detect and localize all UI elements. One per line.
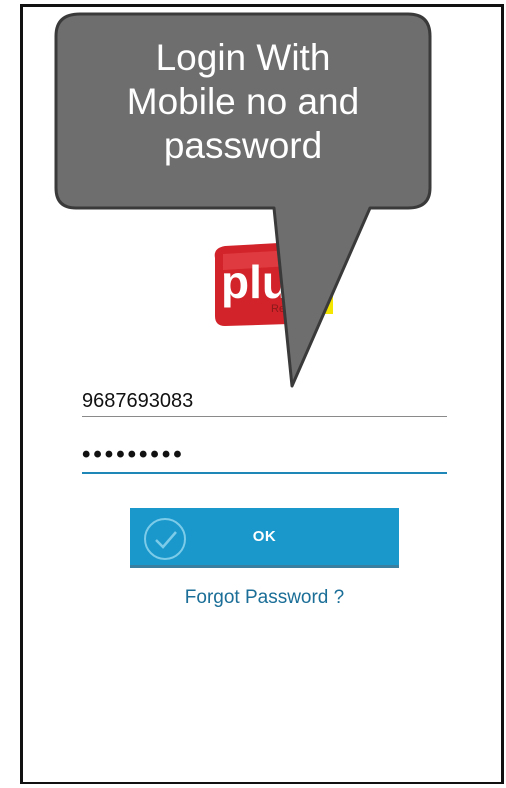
ok-button[interactable]: OK (130, 508, 399, 568)
app-logo: plu Re (214, 242, 333, 326)
mobile-number-field[interactable]: 9687693083 (82, 386, 447, 417)
ok-button-label: OK (252, 528, 277, 545)
callout-line-1: Login With (155, 37, 331, 78)
password-masked-value: ••••••••• (82, 441, 185, 468)
callout-text: Login With Mobile no and password (62, 36, 424, 168)
callout-line-2: Mobile no and (126, 81, 360, 122)
password-field[interactable]: ••••••••• (82, 442, 447, 474)
forgot-password-link[interactable]: Forgot Password ? (130, 587, 399, 609)
mobile-number-value: 9687693083 (82, 390, 194, 412)
logo-tagline: Re (271, 303, 285, 315)
callout-line-3: password (163, 125, 323, 166)
logo-text: plu (221, 256, 290, 308)
